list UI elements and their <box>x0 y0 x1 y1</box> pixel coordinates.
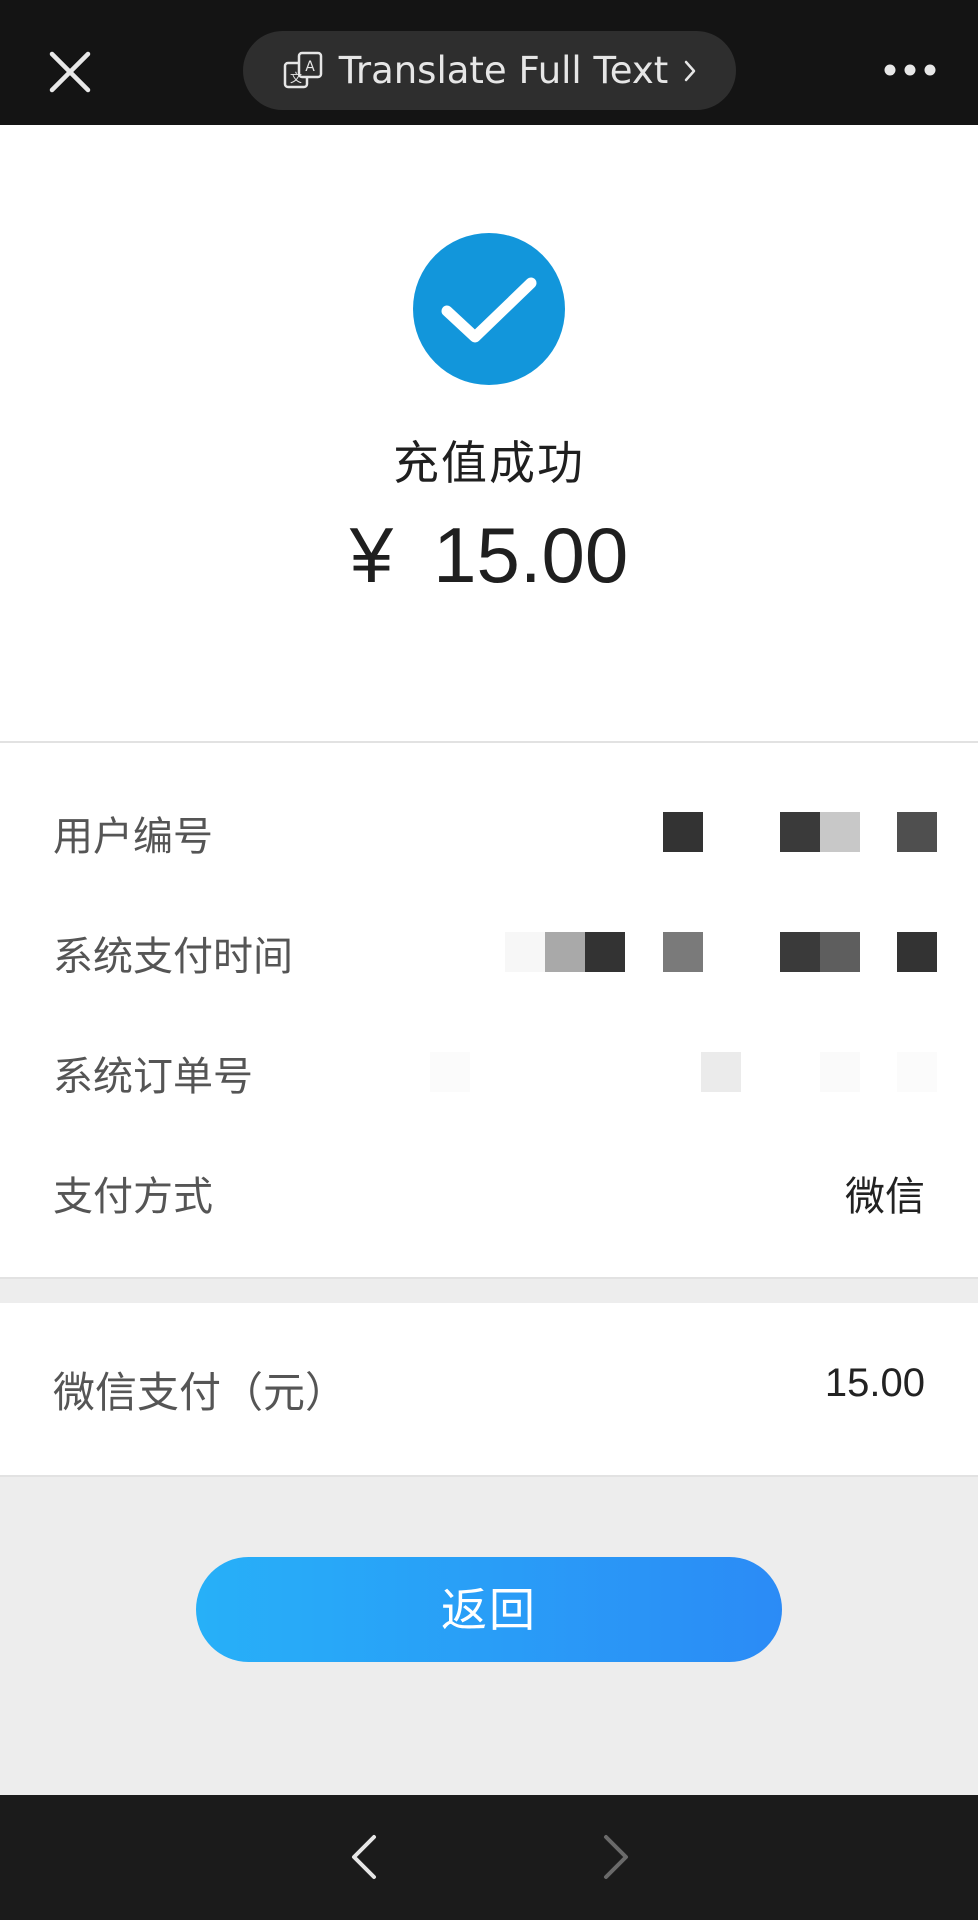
detail-row-user-id: 用户编号 <box>0 790 978 870</box>
payment-summary-row: 微信支付（元） 15.00 <box>0 1303 978 1477</box>
translate-full-text-button[interactable]: A 文 Translate Full Text <box>243 31 736 110</box>
payment-amount: ¥15.00 <box>0 510 978 601</box>
detail-row-pay-method: 支付方式 微信 <box>0 1150 978 1230</box>
chevron-right-icon <box>604 1835 628 1879</box>
svg-text:A: A <box>305 59 315 75</box>
detail-label: 用户编号 <box>53 814 213 860</box>
detail-row-pay-time: 系统支付时间 <box>0 910 978 990</box>
close-button[interactable] <box>40 42 100 102</box>
svg-text:文: 文 <box>290 70 302 85</box>
amount-value: 15.00 <box>433 511 629 599</box>
check-circle-icon <box>441 277 537 343</box>
detail-label: 系统支付时间 <box>53 934 293 980</box>
top-bar: A 文 Translate Full Text <box>0 0 978 125</box>
detail-value: 微信 <box>845 1174 925 1220</box>
translate-icon: A 文 <box>283 51 322 88</box>
payment-result-card: 充值成功 ¥15.00 用户编号 系统支付时间 系统订单号 支付方式 微信 <box>0 125 978 1277</box>
detail-label: 支付方式 <box>53 1174 213 1220</box>
chevron-left-icon <box>352 1835 376 1879</box>
bottom-nav-bar <box>0 1795 978 1920</box>
status-title: 充值成功 <box>393 436 585 490</box>
currency-symbol: ¥ <box>349 511 394 599</box>
success-badge <box>413 233 565 385</box>
translate-label: Translate Full Text <box>338 49 669 92</box>
nav-back-button[interactable] <box>340 1827 390 1887</box>
back-button[interactable]: 返回 <box>196 1557 782 1662</box>
payment-label: 微信支付（元） <box>53 1368 348 1417</box>
nav-forward-button[interactable] <box>590 1827 640 1887</box>
payment-value: 15.00 <box>824 1361 925 1405</box>
chevron-right-icon <box>685 60 696 81</box>
close-icon <box>49 51 91 93</box>
more-dots-icon <box>884 64 936 76</box>
detail-label: 系统订单号 <box>53 1054 253 1100</box>
divider <box>0 741 978 743</box>
more-button[interactable] <box>880 52 940 88</box>
detail-row-order-id: 系统订单号 <box>0 1030 978 1110</box>
section-separator <box>0 1277 978 1305</box>
